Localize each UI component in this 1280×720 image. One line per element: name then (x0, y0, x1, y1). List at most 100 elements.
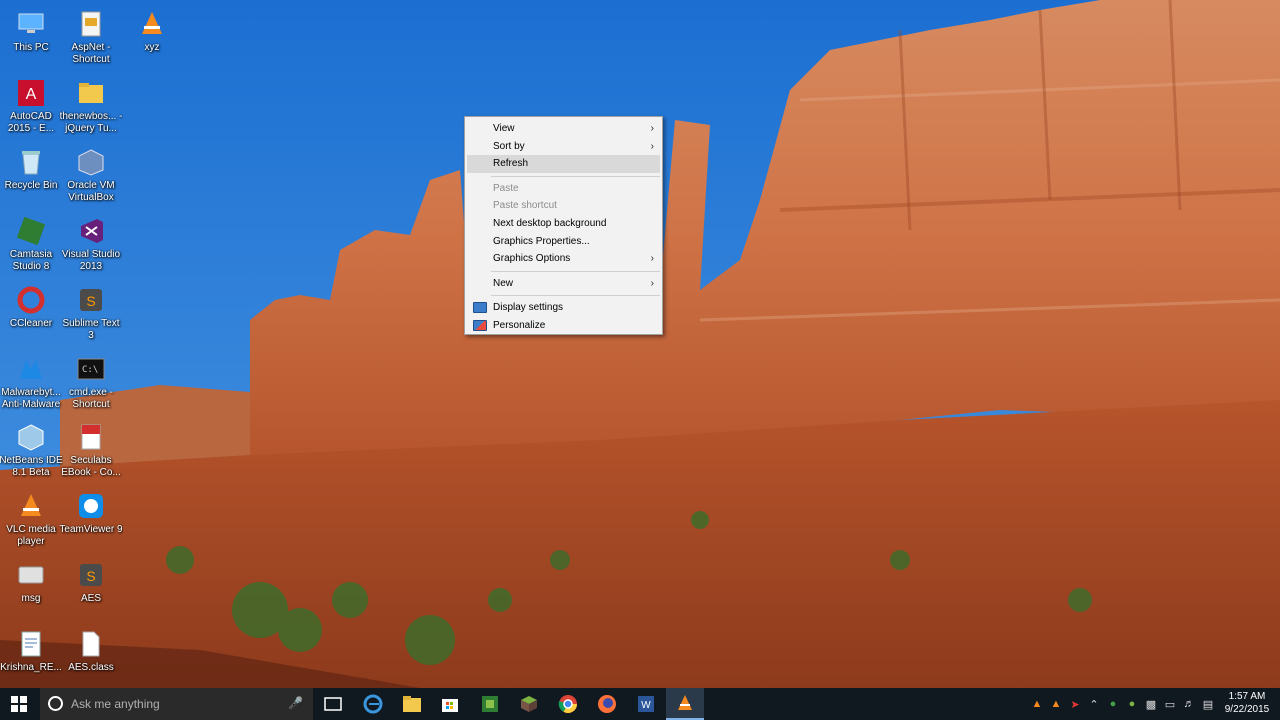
taskbar-word[interactable]: W (627, 688, 665, 720)
tray-battery-icon[interactable]: ▭ (1161, 688, 1179, 720)
menu-item-display-settings[interactable]: Display settings (467, 299, 660, 317)
desktop-icon-sublime[interactable]: S Sublime Text 3 (60, 280, 122, 346)
desktop-icon-xyz[interactable]: xyz (121, 4, 183, 70)
desktop-icon-cmd[interactable]: C:\ cmd.exe - Shortcut (60, 349, 122, 415)
desktop-icon-label: This PC (13, 42, 49, 53)
vlc-cone-icon (678, 695, 692, 710)
desktop-icon-this-pc[interactable]: This PC (0, 4, 62, 70)
desktop-icon-seculabs-ebook[interactable]: Seculabs EBook - Co... (60, 417, 122, 483)
tray-vlc-icon[interactable]: ▲ (1028, 688, 1046, 720)
taskbar-vlc[interactable] (666, 688, 704, 720)
taskbar-edge[interactable] (354, 688, 392, 720)
desktop-icon-label: Krishna_RE... (0, 662, 62, 673)
menu-item-personalize[interactable]: Personalize (467, 317, 660, 335)
desktop-wallpaper (0, 0, 1280, 688)
computer-icon (15, 8, 47, 40)
firefox-icon (598, 695, 616, 713)
taskbar-firefox[interactable] (588, 688, 626, 720)
desktop-icon-vlc[interactable]: VLC media player (0, 486, 62, 552)
pdf-icon (75, 421, 107, 453)
start-button[interactable] (0, 688, 38, 720)
menu-separator (491, 175, 660, 177)
task-view-button[interactable] (314, 688, 352, 720)
menu-item-next-desktop-background[interactable]: Next desktop background (467, 215, 660, 233)
taskbar-minecraft[interactable] (510, 688, 548, 720)
tray-notifications-icon[interactable]: ▤ (1199, 688, 1217, 720)
desktop-icon-aspnet-shortcut[interactable]: AspNet - Shortcut (60, 4, 122, 70)
desktop-icon-ccleaner[interactable]: CCleaner (0, 280, 62, 346)
clock-time: 1:57 AM (1228, 691, 1266, 702)
desktop-context-menu: View › Sort by › Refresh Paste Paste sho… (464, 116, 663, 335)
desktop-icon-recycle-bin[interactable]: Recycle Bin (0, 142, 62, 208)
svg-text:A: A (26, 86, 37, 103)
menu-item-label: Sort by (493, 140, 525, 152)
vlc-cone-icon (136, 8, 168, 40)
tray-network-icon[interactable]: ▩ (1142, 688, 1160, 720)
desktop-icon-autocad[interactable]: A AutoCAD 2015 - E... (0, 73, 62, 139)
desktop-icon-label: Camtasia Studio 8 (9, 249, 53, 272)
folder-icon (75, 77, 107, 109)
sublime-icon: S (75, 559, 107, 591)
desktop-icon-teamviewer[interactable]: TeamViewer 9 (59, 486, 123, 552)
file-explorer-icon (403, 696, 421, 712)
menu-item-label: View (493, 123, 515, 134)
menu-item-sort-by[interactable]: Sort by › (467, 138, 660, 156)
menu-item-view[interactable]: View › (467, 120, 660, 138)
visual-studio-icon (75, 215, 107, 247)
taskbar-store[interactable] (431, 688, 469, 720)
desktop-icon-label: Visual Studio 2013 (61, 249, 121, 272)
menu-item-refresh[interactable]: Refresh (467, 155, 660, 173)
netbeans-icon (15, 421, 47, 453)
tray-vlc-icon[interactable]: ▲ (1047, 688, 1065, 720)
desktop-icon-aes-class[interactable]: AES.class (60, 624, 122, 690)
autocad-icon: A (15, 77, 47, 109)
desktop-icon-krishna-re[interactable]: Krishna_RE... (0, 624, 62, 690)
tray-show-hidden-icon[interactable]: ⌃ (1085, 688, 1103, 720)
tray-security-icon[interactable]: ● (1104, 688, 1122, 720)
desktop-icon-label: Sublime Text 3 (62, 318, 120, 341)
svg-text:W: W (641, 700, 651, 711)
desktop-icon-label: Recycle Bin (4, 180, 58, 191)
minecraft-icon (521, 696, 537, 712)
desktop-icon-virtualbox[interactable]: Oracle VM VirtualBox (60, 142, 122, 208)
task-view-icon (324, 697, 342, 711)
search-box[interactable]: Ask me anything 🎤 (40, 688, 313, 720)
taskbar-chrome[interactable] (549, 688, 587, 720)
menu-item-new[interactable]: New › (467, 275, 660, 293)
menu-item-graphics-properties[interactable]: Graphics Properties... (467, 233, 660, 251)
desktop-icon-msg[interactable]: msg (0, 555, 62, 621)
desktop-icon-malwarebytes[interactable]: Malwarebyt... Anti-Malware (0, 349, 62, 415)
desktop-icon-camtasia[interactable]: Camtasia Studio 8 (0, 211, 62, 277)
desktop-icon-netbeans[interactable]: NetBeans IDE 8.1 Beta (0, 417, 63, 483)
tray-flash-icon[interactable]: ➤ (1066, 688, 1084, 720)
menu-item-paste-shortcut[interactable]: Paste shortcut (467, 197, 660, 215)
menu-item-label: New (493, 277, 514, 289)
edge-icon (363, 694, 383, 714)
microphone-icon[interactable]: 🎤 (288, 696, 303, 710)
desktop-icon-label: Seculabs EBook - Co... (61, 455, 121, 478)
desktop-icon-label: NetBeans IDE 8.1 Beta (0, 455, 63, 478)
tray-update-icon[interactable]: ● (1123, 688, 1141, 720)
taskbar-clock[interactable]: 1:57 AM 9/22/2015 (1222, 690, 1272, 716)
desktop-icon-visual-studio[interactable]: Visual Studio 2013 (60, 211, 122, 277)
taskbar-camtasia[interactable] (471, 688, 509, 720)
search-placeholder: Ask me anything (71, 697, 160, 711)
svg-text:S: S (86, 568, 95, 584)
menu-item-paste[interactable]: Paste (467, 180, 660, 198)
cortana-icon (48, 696, 63, 711)
menu-item-label: Next desktop background (493, 217, 607, 229)
desktop-icon-aes[interactable]: S AES (60, 555, 122, 621)
desktop-icon-thenewboston[interactable]: thenewbos... - jQuery Tu... (60, 73, 122, 139)
windows-logo-icon (11, 696, 27, 712)
desktop-icon-label: Oracle VM VirtualBox (67, 180, 115, 203)
svg-text:C:\: C:\ (82, 365, 98, 375)
document-icon (15, 628, 47, 660)
menu-item-label: Paste shortcut (493, 200, 557, 212)
desktop-icon-label: AES (80, 593, 101, 604)
display-icon (473, 302, 487, 314)
word-icon: W (638, 696, 654, 712)
menu-item-graphics-options[interactable]: Graphics Options › (467, 250, 660, 268)
tray-volume-icon[interactable]: ♬ (1180, 688, 1198, 720)
taskbar-file-explorer[interactable] (393, 688, 431, 720)
cmd-icon: C:\ (75, 353, 107, 385)
